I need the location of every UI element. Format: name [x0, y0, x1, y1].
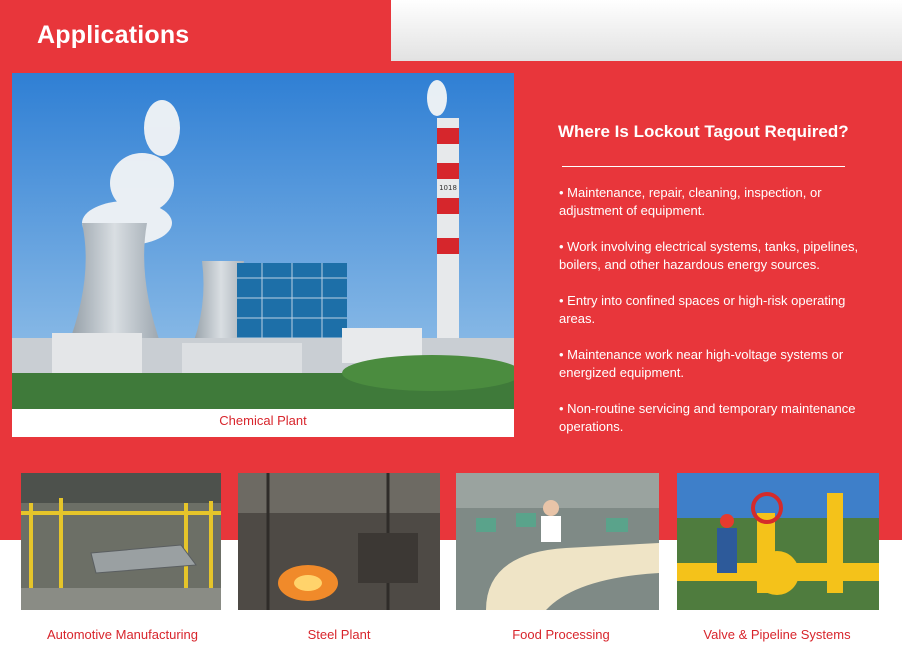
food-conveyor-photo	[456, 473, 659, 610]
list-item: • Maintenance work near high-voltage sys…	[559, 347, 844, 380]
thumb-caption-automotive: Automotive Manufacturing	[46, 627, 199, 642]
chimney-label: 1018	[439, 184, 457, 192]
thumb-caption-steel: Steel Plant	[307, 627, 371, 642]
thumb-caption-valve: Valve & Pipeline Systems	[703, 627, 851, 642]
car-assembly-line-photo	[21, 473, 221, 610]
steel-mill-photo	[238, 473, 440, 610]
panel-divider	[562, 166, 845, 167]
hero-caption: Chemical Plant	[219, 413, 307, 428]
header-gray-strip	[391, 0, 902, 61]
list-item: • Entry into confined spaces or high-ris…	[559, 293, 846, 326]
thumb-food[interactable]	[456, 473, 659, 610]
thumb-steel[interactable]	[238, 473, 440, 610]
hero-card[interactable]: 1018 Chemical Plant	[12, 73, 514, 437]
list-item: • Maintenance, repair, cleaning, inspect…	[559, 185, 822, 218]
thumb-caption-food: Food Processing	[512, 627, 610, 642]
list-item: • Non-routine servicing and temporary ma…	[559, 401, 856, 434]
thumb-valve[interactable]	[677, 473, 879, 610]
panel-title: Where Is Lockout Tagout Required?	[558, 122, 849, 141]
list-item: • Work involving electrical systems, tan…	[559, 239, 859, 272]
cooling-tower-plant-photo: 1018	[12, 73, 514, 409]
page-title: Applications	[37, 21, 190, 49]
yellow-valve-pipeline-photo	[677, 473, 879, 610]
thumb-automotive[interactable]	[21, 473, 221, 610]
requirement-list: • Maintenance, repair, cleaning, inspect…	[559, 184, 879, 454]
